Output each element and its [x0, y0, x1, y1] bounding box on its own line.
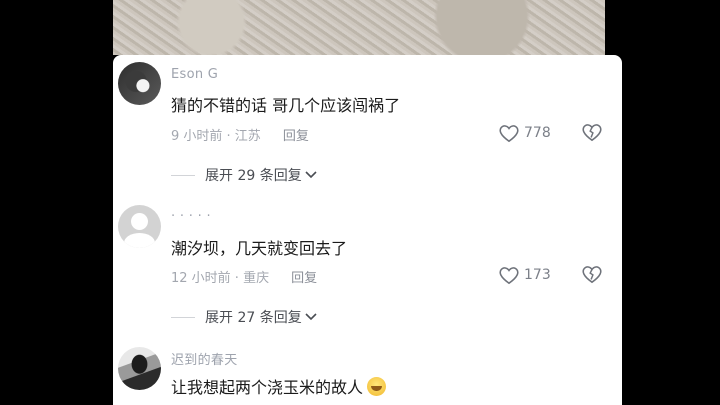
reply-button[interactable]: 回复 [291, 271, 317, 286]
heart-outline-icon [499, 125, 519, 143]
expand-replies-button[interactable]: 展开 29 条回复 [171, 165, 318, 185]
comment-text: 潮汐坝，几天就变回去了 [171, 239, 348, 258]
reply-button[interactable]: 回复 [283, 129, 309, 144]
heart-outline-icon [499, 267, 519, 285]
comment-panel: Eson G 猜的不错的话 哥几个应该闯祸了 9 小时前 · 江苏 回复 778 … [113, 55, 622, 405]
dislike-button[interactable] [581, 122, 603, 146]
comment-time-location: 12 小时前 · 重庆 [171, 271, 270, 286]
avatar[interactable] [118, 62, 161, 105]
comment-username[interactable]: 迟到的春天 [171, 349, 238, 368]
avatar[interactable] [118, 205, 161, 248]
grin-emoji-icon [367, 377, 387, 396]
broken-heart-icon [582, 124, 602, 142]
comment-text-content: 让我想起两个浇玉米的故人 [171, 378, 364, 397]
expand-replies-label: 展开 29 条回复 [205, 168, 302, 184]
like-count: 173 [524, 267, 551, 283]
comment-item: 迟到的春天 让我想起两个浇玉米的故人 [113, 340, 622, 405]
comment-item: · · · · · 潮汐坝，几天就变回去了 12 小时前 · 重庆 回复 173 … [113, 197, 622, 340]
broken-heart-icon [582, 266, 602, 284]
comment-meta: 12 小时前 · 重庆 回复 [171, 267, 317, 286]
dislike-button[interactable] [581, 264, 603, 288]
comment-text: 猜的不错的话 哥几个应该闯祸了 [171, 96, 401, 115]
avatar[interactable] [118, 347, 161, 390]
comment-username[interactable]: · · · · · [171, 209, 211, 224]
like-button[interactable]: 778 [498, 123, 551, 143]
video-preview-image [113, 0, 605, 55]
comment-text: 让我想起两个浇玉米的故人 [171, 374, 387, 398]
comment-meta: 9 小时前 · 江苏 回复 [171, 125, 309, 144]
expand-replies-button[interactable]: 展开 27 条回复 [171, 307, 318, 327]
comment-time-location: 9 小时前 · 江苏 [171, 129, 261, 144]
comment-item: Eson G 猜的不错的话 哥几个应该闯祸了 9 小时前 · 江苏 回复 778 … [113, 55, 622, 197]
chevron-down-icon [305, 313, 317, 321]
comment-username[interactable]: Eson G [171, 67, 218, 82]
divider [171, 174, 195, 176]
like-count: 778 [524, 125, 551, 141]
divider [171, 316, 195, 318]
like-button[interactable]: 173 [498, 265, 551, 285]
expand-replies-label: 展开 27 条回复 [205, 310, 302, 326]
chevron-down-icon [305, 171, 317, 179]
